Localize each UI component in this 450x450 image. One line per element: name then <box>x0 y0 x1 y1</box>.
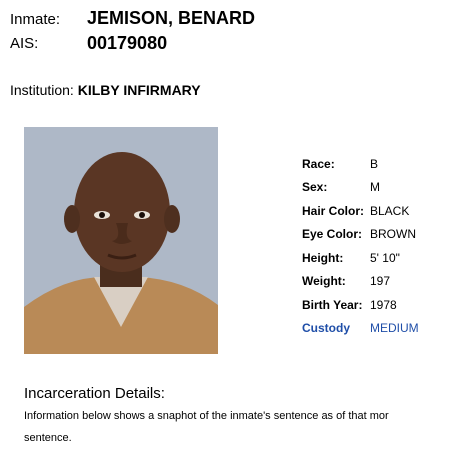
race-label: Race: <box>302 156 335 171</box>
custody-label: Custody <box>302 321 350 336</box>
sex-label: Sex: <box>302 180 328 195</box>
weight-label: Weight: <box>302 274 346 289</box>
height-label: Height: <box>302 250 344 265</box>
institution-row: Institution: KILBY INFIRMARY <box>10 82 201 98</box>
inmate-photo <box>24 127 218 354</box>
detail-eye-color: Eye Color: BROWN <box>302 223 419 247</box>
sex-value: M <box>370 180 380 195</box>
detail-birth-year: Birth Year: 1978 <box>302 293 419 317</box>
race-value: B <box>370 156 379 171</box>
detail-hair-color: Hair Color: BLACK <box>302 199 419 223</box>
inmate-details: Race: B Sex: M Hair Color: BLACK Eye Col… <box>302 152 419 340</box>
height-value: 5' 10" <box>370 250 400 265</box>
ais-number: 00179080 <box>87 33 168 53</box>
detail-race: Race: B <box>302 152 419 176</box>
incarceration-note-line2: sentence. <box>24 432 72 444</box>
detail-weight: Weight: 197 <box>302 270 419 294</box>
detail-sex: Sex: M <box>302 176 419 200</box>
hair-color-label: Hair Color: <box>302 203 365 218</box>
inmate-photo-image <box>24 127 218 354</box>
ais-label: AIS: <box>10 35 39 52</box>
institution-label: Institution: <box>10 82 74 98</box>
custody-value: MEDIUM <box>370 321 419 336</box>
incarceration-note-line1: Information below shows a snaphot of the… <box>24 410 389 422</box>
incarceration-title: Incarceration Details: <box>24 385 165 402</box>
birth-year-label: Birth Year: <box>302 297 363 312</box>
eye-color-value: BROWN <box>370 227 416 242</box>
detail-height: Height: 5' 10" <box>302 246 419 270</box>
inmate-label: Inmate: <box>10 11 61 28</box>
weight-value: 197 <box>370 274 391 289</box>
hair-color-value: BLACK <box>370 203 410 218</box>
detail-custody: Custody MEDIUM <box>302 317 419 341</box>
eye-color-label: Eye Color: <box>302 227 363 242</box>
birth-year-value: 1978 <box>370 297 397 312</box>
institution-name: KILBY INFIRMARY <box>77 82 201 98</box>
inmate-name: JEMISON, BENARD <box>87 8 256 28</box>
